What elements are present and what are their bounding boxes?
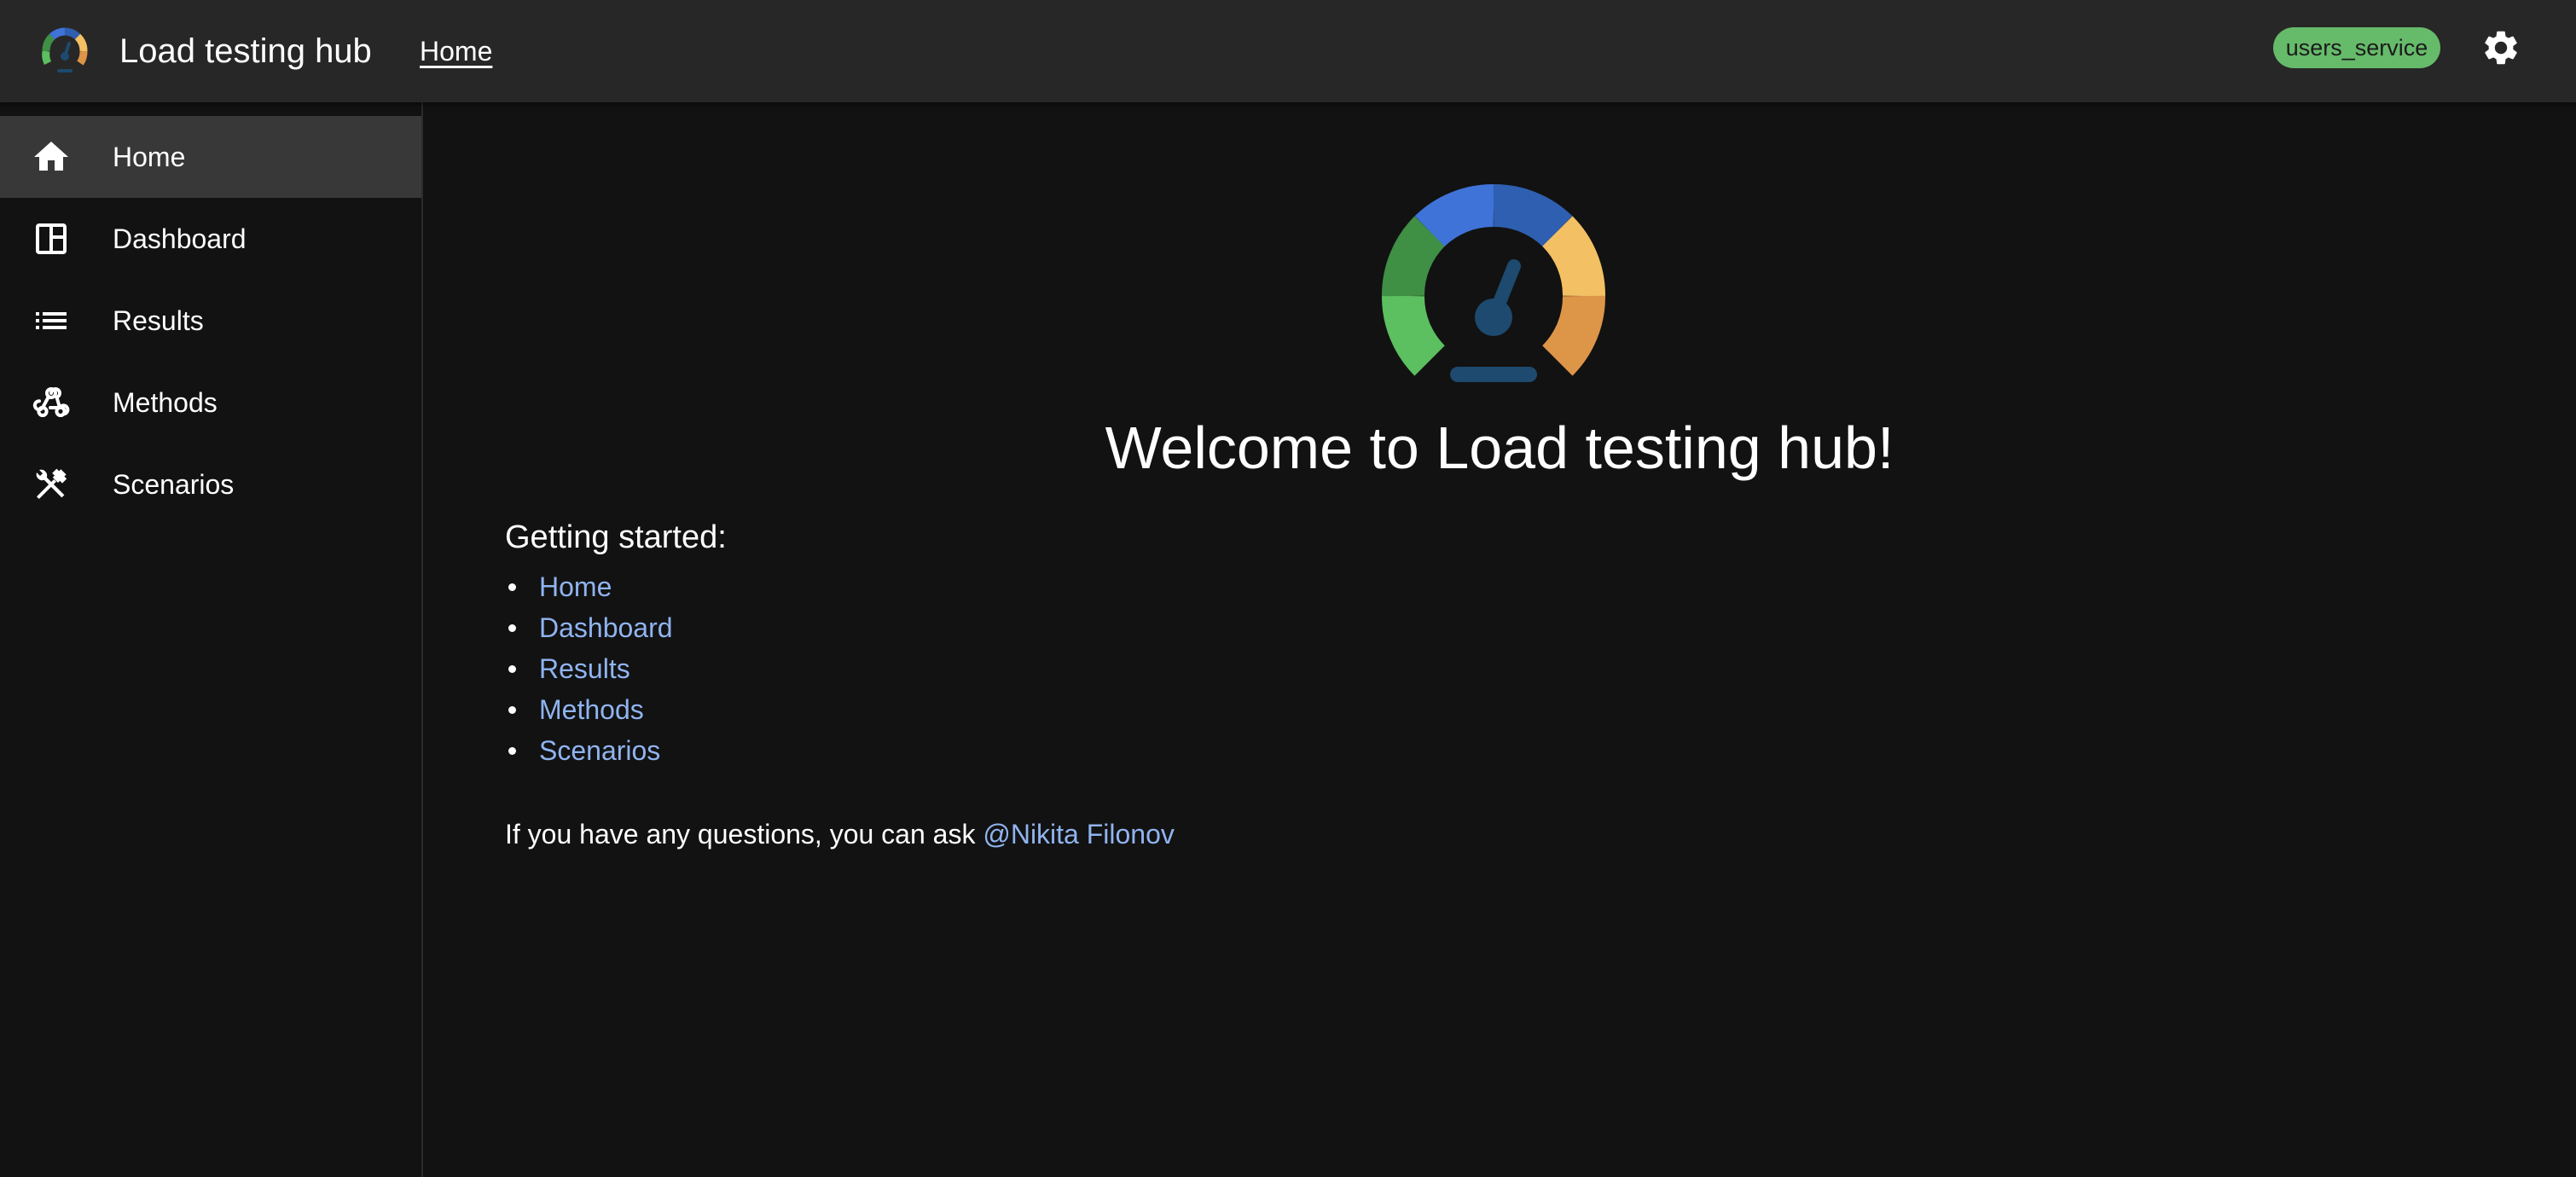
speedometer-logo-icon[interactable] <box>39 26 90 77</box>
link-methods[interactable]: Methods <box>539 689 644 730</box>
sidebar-item-scenarios[interactable]: Scenarios <box>0 444 421 525</box>
sidebar-item-home[interactable]: Home <box>0 116 421 198</box>
home-icon <box>34 142 68 171</box>
bullet <box>508 583 516 591</box>
app-title: Load testing hub <box>119 32 372 70</box>
sidebar-item-label: Results <box>113 305 204 336</box>
link-results[interactable]: Results <box>539 648 630 689</box>
list-icon <box>36 312 67 329</box>
bullet <box>508 747 516 755</box>
bullet <box>508 624 516 632</box>
tools-icon <box>36 468 67 499</box>
link-dashboard[interactable]: Dashboard <box>539 607 673 648</box>
getting-started-title: Getting started: <box>505 519 727 555</box>
sidebar: Home Dashboard Results Methods Scenarios <box>0 102 423 1177</box>
dashboard-icon <box>36 223 67 254</box>
questions-note: If you have any questions, you can ask @… <box>505 812 1175 856</box>
sidebar-item-label: Home <box>113 142 186 172</box>
sidebar-item-dashboard[interactable]: Dashboard <box>0 198 421 280</box>
sidebar-item-methods[interactable]: Methods <box>0 362 421 444</box>
gear-icon[interactable] <box>2480 27 2521 68</box>
bullet <box>508 706 516 714</box>
link-scenarios[interactable]: Scenarios <box>539 730 660 771</box>
questions-text: If you have any questions, you can ask <box>505 819 983 849</box>
link-home[interactable]: Home <box>539 566 612 607</box>
webhook-icon <box>32 387 70 418</box>
bullet <box>508 665 516 673</box>
sidebar-item-label: Methods <box>113 387 218 418</box>
speedometer-logo-icon <box>1382 184 1605 382</box>
welcome-heading: Welcome to Load testing hub! <box>1105 415 1894 481</box>
breadcrumb-home[interactable]: Home <box>420 29 492 73</box>
contact-link[interactable]: @Nikita Filonov <box>983 819 1175 849</box>
service-chip[interactable]: users_service <box>2273 27 2440 68</box>
sidebar-item-label: Scenarios <box>113 469 235 500</box>
sidebar-item-results[interactable]: Results <box>0 280 421 362</box>
main-content: Welcome to Load testing hub! Getting sta… <box>423 102 2576 1177</box>
sidebar-item-label: Dashboard <box>113 223 247 254</box>
app-bar: Load testing hub Home users_service <box>0 0 2576 102</box>
